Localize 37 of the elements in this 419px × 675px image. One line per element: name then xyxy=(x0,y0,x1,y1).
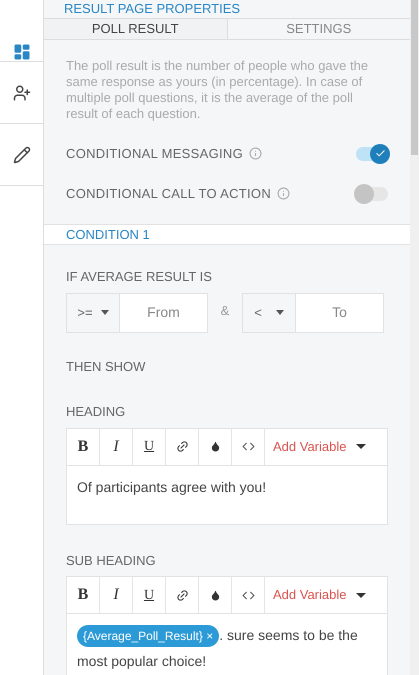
add-variable-dropdown[interactable]: Add Variable xyxy=(265,585,374,605)
droplet-icon xyxy=(210,590,220,600)
description-text: The poll result is the number of people who gave the same response as yours (in percentage). In case of multiple poll questions, it is the average of the poll result of each question. xyxy=(66,58,370,122)
add-variable-dropdown[interactable]: Add Variable xyxy=(265,436,374,456)
underline-button[interactable]: U xyxy=(133,428,166,464)
panel-title: RESULT PAGE PROPERTIES xyxy=(63,0,242,18)
dashboard-icon[interactable] xyxy=(12,43,30,61)
editor-text: {Average_Poll_Result} × . sure seems to be the most popular choice! xyxy=(77,624,359,671)
toggle-label: CONDITIONAL CALL TO ACTION xyxy=(66,184,272,203)
code-icon xyxy=(242,588,254,602)
rich-text-editor[interactable]: B I U Add Variable Of participants agree with you! xyxy=(66,428,388,524)
droplet-icon xyxy=(210,441,220,452)
info-icon[interactable] xyxy=(249,147,262,160)
rich-text-editor[interactable]: B I U Add Variable {Average_Poll_Result} × . sure seems to be the most popular choice! xyxy=(66,576,388,675)
field-label: SUB HEADING xyxy=(66,552,157,570)
add-user-icon[interactable] xyxy=(12,84,30,102)
scrollbar-thumb[interactable] xyxy=(411,0,418,155)
pencil-icon[interactable] xyxy=(12,146,30,164)
check-icon xyxy=(374,148,386,159)
info-icon[interactable] xyxy=(277,187,290,200)
italic-button[interactable]: I xyxy=(100,577,133,613)
italic-button[interactable]: I xyxy=(100,428,133,464)
section-label: THEN SHOW xyxy=(66,358,146,376)
bold-button[interactable]: B xyxy=(67,428,100,464)
code-icon xyxy=(242,440,254,453)
input-field[interactable]: From xyxy=(120,292,208,332)
ampersand-text: & xyxy=(220,302,230,320)
tab[interactable]: POLL RESULT xyxy=(44,19,226,38)
toggle-switch[interactable] xyxy=(356,186,388,200)
toggle-label: CONDITIONAL MESSAGING xyxy=(66,144,244,163)
field-label: IF AVERAGE RESULT IS xyxy=(66,268,213,286)
condition-header[interactable]: CONDITION 1 xyxy=(44,224,410,245)
editor-text: Of participants agree with you! xyxy=(77,478,268,497)
bold-button[interactable]: B xyxy=(67,577,100,613)
underline-button[interactable]: U xyxy=(133,577,166,613)
input-field[interactable]: To xyxy=(296,292,384,332)
field-label: HEADING xyxy=(66,403,126,421)
